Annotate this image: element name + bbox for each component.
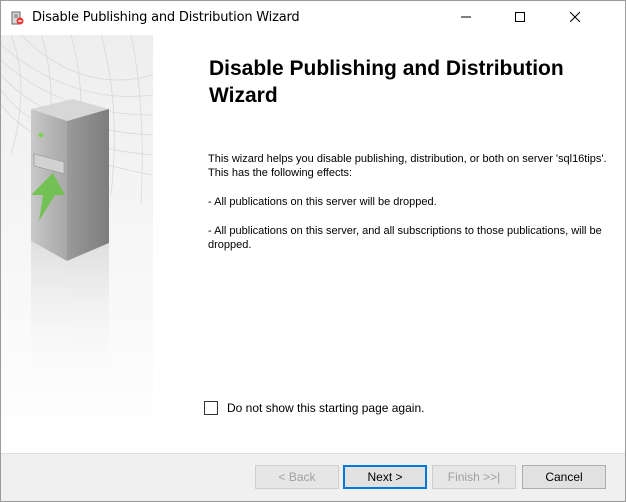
wizard-window: Disable Publishing and Distribution Wiza… <box>0 0 626 502</box>
window-title: Disable Publishing and Distribution Wiza… <box>32 10 300 25</box>
do-not-show-checkbox[interactable] <box>204 401 218 415</box>
wizard-banner-image <box>1 35 153 453</box>
back-button[interactable]: < Back <box>255 465 339 489</box>
wizard-content: Disable Publishing and Distribution Wiza… <box>153 35 625 453</box>
effect-item: - All publications on this server, and a… <box>208 225 602 251</box>
close-icon <box>569 9 581 27</box>
maximize-button[interactable] <box>497 1 543 35</box>
do-not-show-option[interactable]: Do not show this starting page again. <box>204 401 424 415</box>
close-button[interactable] <box>552 1 598 35</box>
replication-wizard-icon <box>9 10 25 26</box>
effect-item: - All publications on this server will b… <box>208 196 437 208</box>
finish-button[interactable]: Finish >>| <box>432 465 516 489</box>
next-button[interactable]: Next > <box>343 465 427 489</box>
page-title: Disable Publishing and Distribution Wiza… <box>209 57 564 107</box>
minimize-button[interactable] <box>443 1 489 35</box>
minimize-icon <box>461 9 471 27</box>
do-not-show-label[interactable]: Do not show this starting page again. <box>227 401 424 415</box>
intro-text: This wizard helps you disable publishing… <box>208 153 607 179</box>
button-bar: < Back Next > Finish >>| Cancel <box>1 453 625 501</box>
maximize-icon <box>515 9 525 27</box>
title-bar: Disable Publishing and Distribution Wiza… <box>1 1 625 35</box>
cancel-button[interactable]: Cancel <box>522 465 606 489</box>
